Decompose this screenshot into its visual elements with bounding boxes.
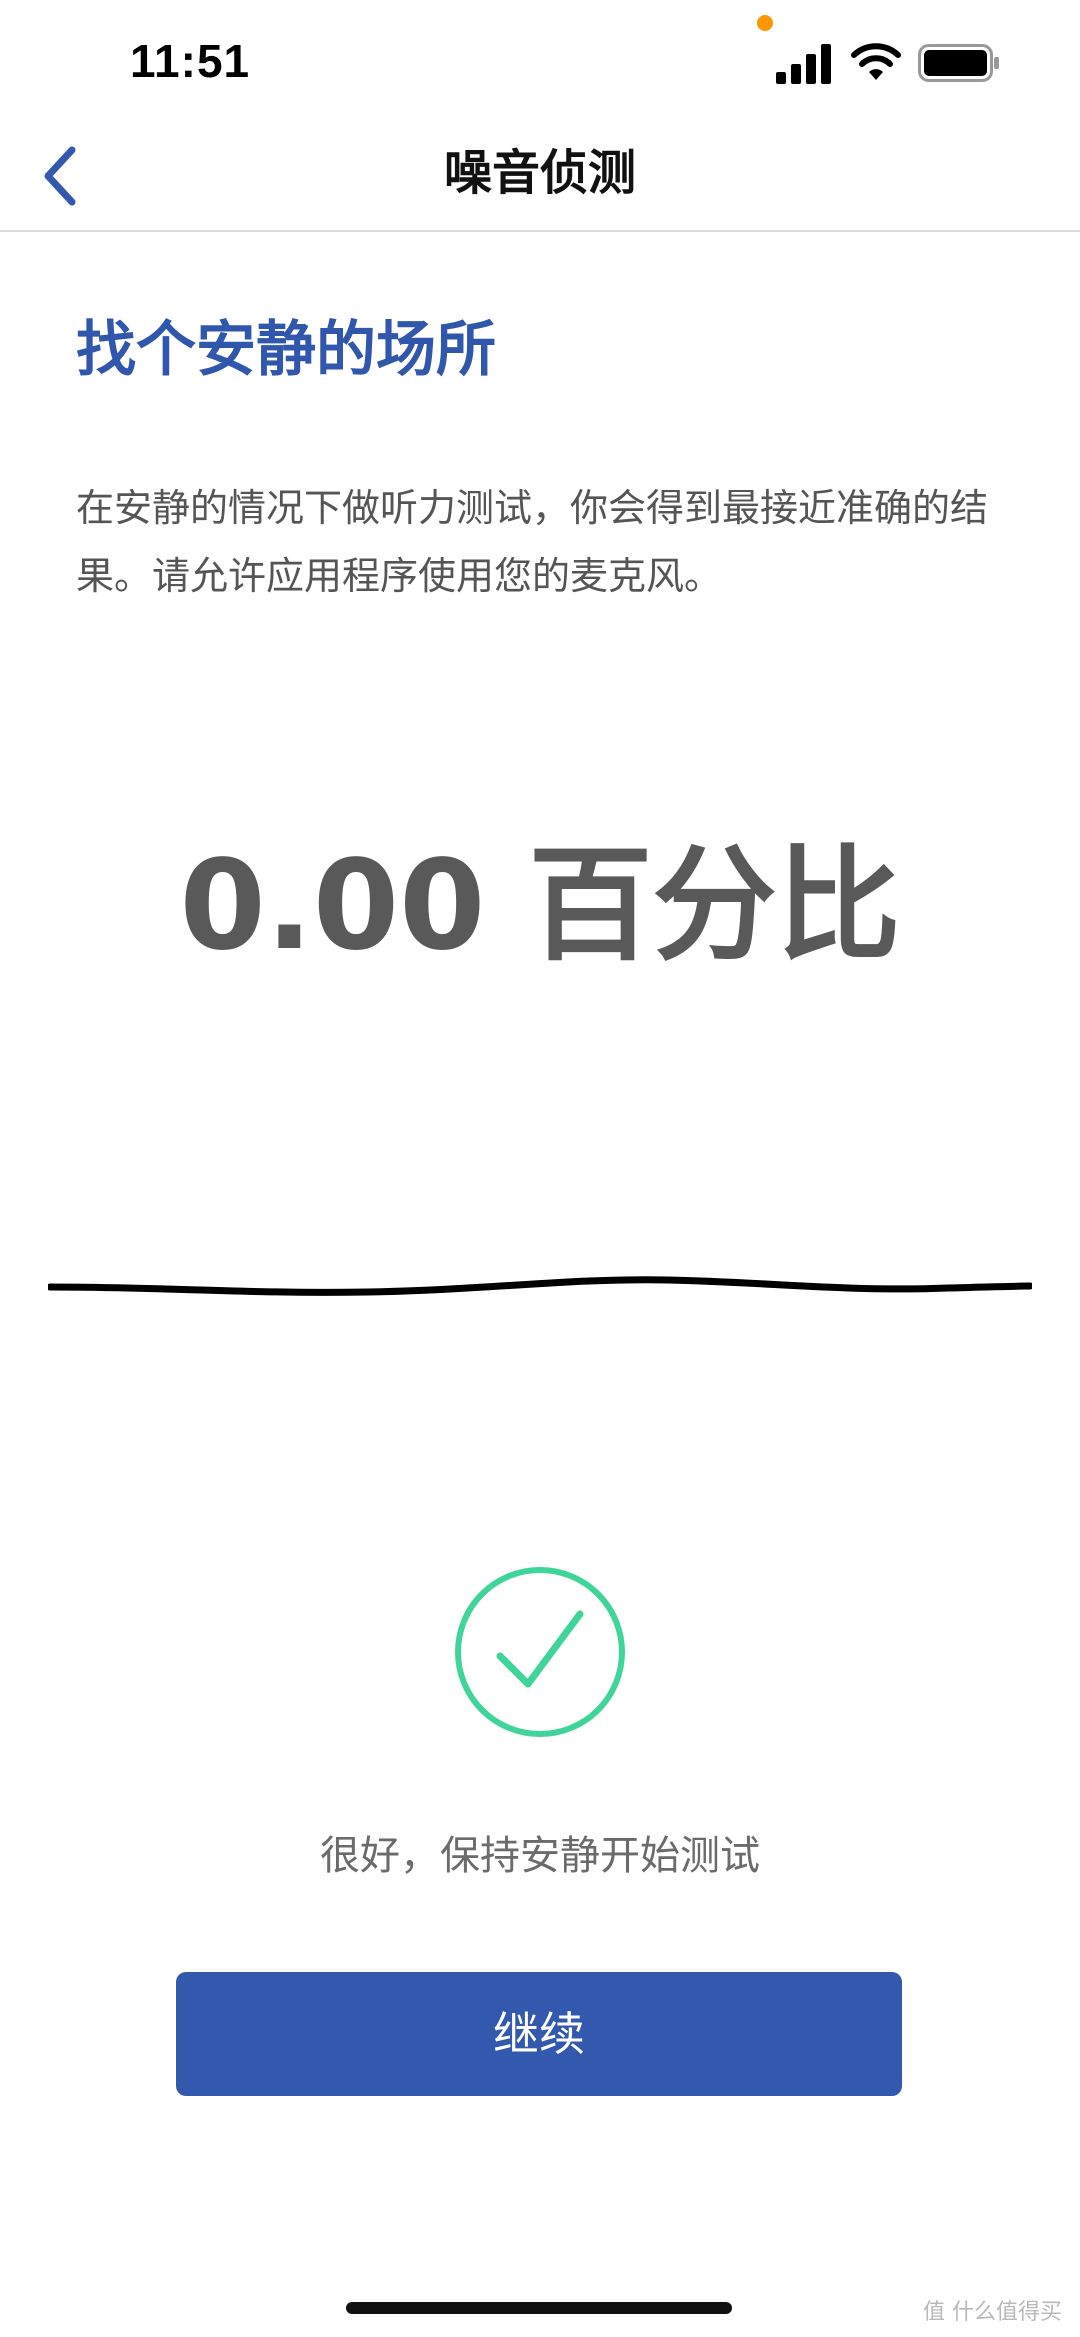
check-circle-icon <box>455 1567 625 1737</box>
audio-waveform <box>48 1276 1032 1296</box>
home-indicator[interactable] <box>346 2302 732 2314</box>
page-title: 噪音侦测 <box>443 145 636 201</box>
continue-button[interactable]: 继续 <box>176 1972 902 2096</box>
battery-icon <box>918 44 999 82</box>
description-text: 在安静的情况下做听力测试，你会得到最接近准确的结果。请允许应用程序使用您的麦克风… <box>76 486 989 598</box>
status-bar: 11:51 <box>0 0 1080 120</box>
microphone-indicator-dot <box>757 15 773 31</box>
headline: 找个安静的场所 <box>76 315 496 385</box>
noise-level-readout: 0.00 百分比 <box>179 834 901 978</box>
watermark: 值 什么值得买 <box>923 2300 1062 2325</box>
status-message: 很好，保持安静开始测试 <box>320 1833 760 1879</box>
status-time: 11:51 <box>130 35 251 87</box>
signal-icon <box>776 44 831 84</box>
nav-bar: 噪音侦测 <box>0 120 1080 232</box>
wifi-icon <box>851 43 901 80</box>
